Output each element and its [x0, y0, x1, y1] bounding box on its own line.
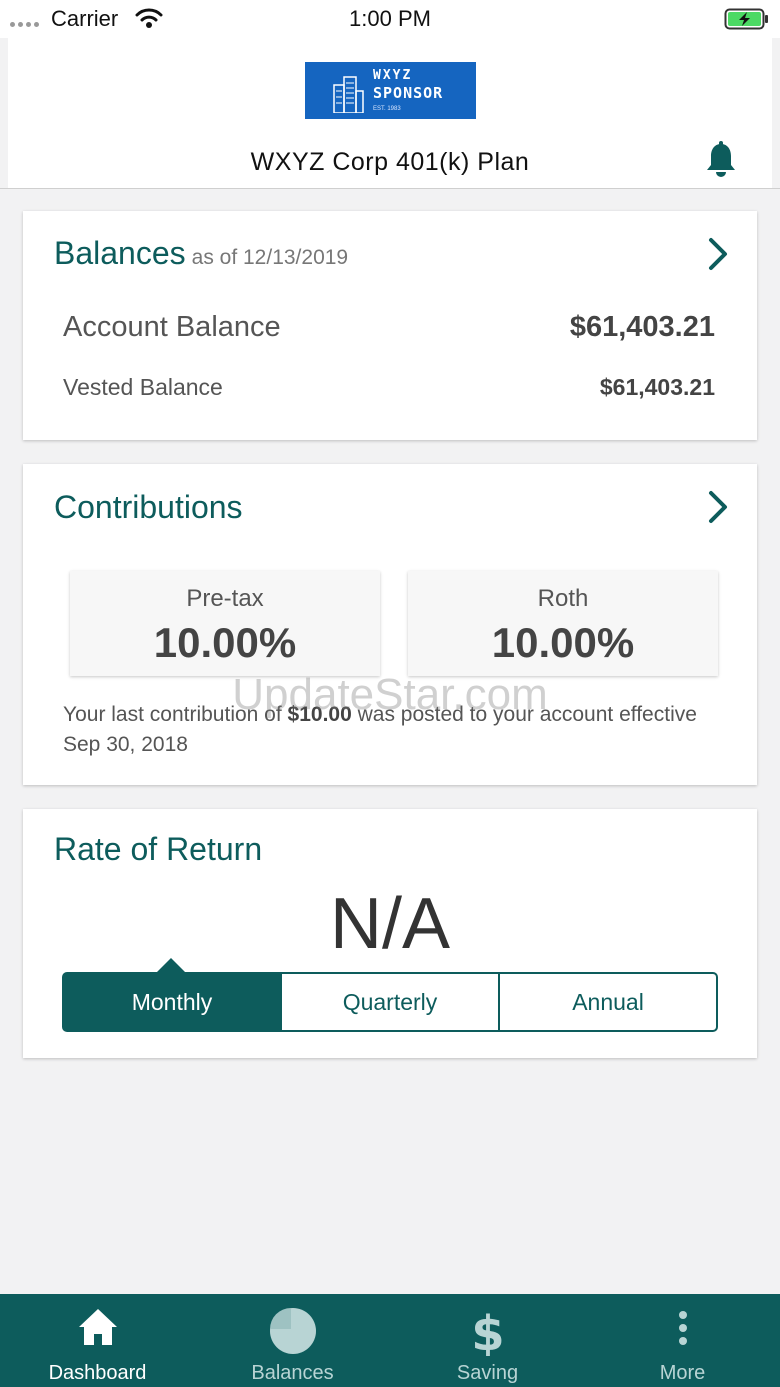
pretax-label: Pre-tax — [186, 585, 264, 612]
contributions-title: Contributions — [54, 489, 243, 525]
tab-label: Saving — [456, 1362, 519, 1384]
roth-value: 10.00% — [491, 619, 635, 666]
clock: 1:00 PM — [349, 6, 431, 31]
dollar-icon: $ — [471, 1306, 504, 1356]
vested-balance-value: $61,403.21 — [599, 374, 715, 400]
chevron-right-icon[interactable] — [707, 237, 729, 271]
plan-title: WXYZ Corp 401(k) Plan — [250, 148, 530, 176]
tab-dashboard[interactable]: Dashboard — [0, 1294, 195, 1387]
chevron-right-icon[interactable] — [707, 490, 729, 524]
sponsor-logo: WXYZ SPONSOR EST. 1983 — [305, 62, 476, 119]
logo-text: SPONSOR — [373, 84, 444, 102]
balances-card[interactable]: Balances as of 12/13/2019 Account Balance… — [23, 211, 757, 440]
balances-title: Balances as of 12/13/2019 — [54, 235, 348, 272]
period-tab-annual[interactable]: Annual — [500, 974, 716, 1030]
rate-of-return-title: Rate of Return — [54, 831, 263, 867]
period-tab-quarterly[interactable]: Quarterly — [282, 974, 500, 1030]
building-icon — [333, 76, 364, 113]
account-balance-value: $61,403.21 — [569, 311, 715, 343]
account-balance-label: Account Balance — [63, 311, 281, 343]
svg-text:$: $ — [471, 1306, 504, 1356]
vested-balance-label: Vested Balance — [63, 374, 223, 400]
rate-of-return-card: Rate of Return N/A Monthly Quarterly Ann… — [23, 809, 757, 1058]
balances-as-of-date: as of 12/13/2019 — [191, 246, 349, 269]
more-vertical-icon — [678, 1311, 687, 1345]
bell-icon[interactable] — [704, 141, 738, 179]
pie-chart-icon — [267, 1306, 316, 1354]
pretax-value: 10.00% — [153, 619, 297, 666]
tab-label: More — [659, 1362, 706, 1384]
home-icon — [78, 1309, 117, 1345]
period-segmented-control: Monthly Quarterly Annual — [62, 972, 718, 1032]
roth-label: Roth — [537, 585, 589, 612]
contributions-card[interactable]: Contributions Pre-tax 10.00% Roth 10.00%… — [23, 464, 757, 785]
balances-heading: Balances — [54, 235, 186, 271]
app-header: WXYZ SPONSOR EST. 1983 WXYZ Corp 401(k) … — [8, 38, 772, 188]
tab-saving[interactable]: $ Saving — [390, 1294, 585, 1387]
tab-more[interactable]: More — [585, 1294, 780, 1387]
selected-period-pointer — [157, 958, 185, 972]
roth-rate-box: Roth 10.00% — [408, 571, 718, 676]
watermark: UpdateStar.com — [232, 670, 548, 719]
logo-text: WXYZ — [373, 68, 413, 83]
header-divider — [0, 188, 780, 189]
status-bar: Carrier 1:00 PM — [0, 0, 780, 38]
period-tab-monthly[interactable]: Monthly — [64, 974, 282, 1030]
tab-label: Dashboard — [48, 1362, 147, 1384]
bottom-tab-bar: Dashboard Balances $ Saving More — [0, 1294, 780, 1387]
rate-of-return-value: N/A — [329, 884, 451, 964]
pretax-rate-box: Pre-tax 10.00% — [70, 571, 380, 676]
tab-label: Balances — [251, 1362, 334, 1384]
battery-charging-icon — [724, 8, 768, 30]
tab-balances[interactable]: Balances — [195, 1294, 390, 1387]
logo-text: EST. 1983 — [373, 106, 401, 112]
